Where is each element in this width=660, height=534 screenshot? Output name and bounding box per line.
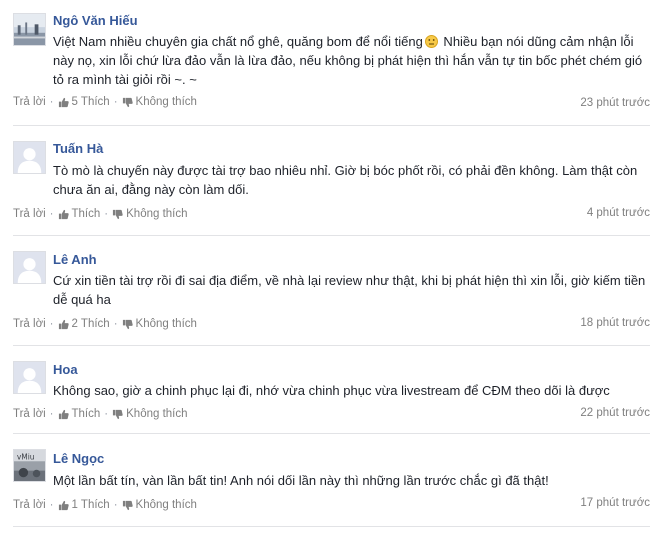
comment-author[interactable]: Tuấn Hà xyxy=(53,141,103,156)
dislike-button[interactable]: Không thích xyxy=(112,208,188,220)
like-label: Thích xyxy=(80,318,110,330)
comment-feed: Ngô Văn Hiếu Việt Nam nhiều chuyên gia c… xyxy=(0,0,660,534)
thumbs-up-icon xyxy=(58,319,69,329)
thumbs-down-icon xyxy=(122,97,133,107)
comment-text: Việt Nam nhiều chuyên gia chất nổ ghê, q… xyxy=(53,32,653,89)
reply-link[interactable]: Trả lời xyxy=(13,96,46,108)
separator: · xyxy=(104,208,109,220)
thumbs-up-icon xyxy=(58,409,69,419)
default-user-icon xyxy=(14,362,45,393)
like-button[interactable]: 5 Thích xyxy=(58,96,110,108)
like-button[interactable]: 2 Thích xyxy=(58,318,110,330)
comment-actions: Trả lời · 2 Thích · Không thích xyxy=(13,318,197,330)
comment-actions: Trả lời · Thích · Không thích xyxy=(13,408,188,420)
comment-timestamp[interactable]: 4 phút trước xyxy=(587,207,650,219)
default-user-icon xyxy=(14,142,45,173)
comment-author[interactable]: Lê Anh xyxy=(53,252,97,267)
comment-author[interactable]: Lê Ngọc xyxy=(53,451,104,466)
comment-text: Cứ xin tiền tài trợ rồi đi sai địa điểm,… xyxy=(53,273,646,307)
comment-timestamp[interactable]: 22 phút trước xyxy=(580,407,650,419)
divider xyxy=(13,433,650,434)
divider xyxy=(13,125,650,126)
comment-actions: Trả lời · 1 Thích · Không thích xyxy=(13,499,197,511)
comment-text: Tò mò là chuyến này được tài trợ bao nhi… xyxy=(53,163,638,197)
dislike-label: Không thích xyxy=(126,408,188,420)
separator: · xyxy=(104,408,109,420)
default-user-icon xyxy=(14,252,45,283)
separator: · xyxy=(49,208,54,220)
separator: · xyxy=(49,96,54,108)
separator: · xyxy=(113,499,118,511)
like-button[interactable]: Thích xyxy=(58,208,101,220)
dislike-button[interactable]: Không thích xyxy=(122,96,197,108)
comment-timestamp[interactable]: 18 phút trước xyxy=(580,317,650,329)
avatar-text: vMiu xyxy=(17,452,35,461)
comment-actions: Trả lời · 5 Thích · Không thích xyxy=(13,96,197,108)
thumbs-down-icon xyxy=(113,209,123,219)
dislike-button[interactable]: Không thích xyxy=(112,408,188,420)
dislike-label: Không thích xyxy=(135,96,197,108)
landscape-photo-avatar xyxy=(14,14,45,45)
dislike-label: Không thích xyxy=(126,208,188,220)
thumbs-down-icon xyxy=(122,500,133,510)
photo-thumbnail-avatar: vMiu xyxy=(14,450,45,481)
separator: · xyxy=(49,318,54,330)
avatar[interactable]: vMiu xyxy=(13,449,46,482)
thumbs-up-icon xyxy=(58,97,69,107)
avatar[interactable] xyxy=(13,141,46,174)
reply-link[interactable]: Trả lời xyxy=(13,208,46,220)
reply-link[interactable]: Trả lời xyxy=(13,408,46,420)
comment-author[interactable]: Hoa xyxy=(53,362,78,377)
dislike-button[interactable]: Không thích xyxy=(122,318,197,330)
like-label: Thích xyxy=(80,96,110,108)
like-label: Thích xyxy=(80,499,110,511)
thumbs-up-icon xyxy=(58,209,69,219)
like-button[interactable]: Thích xyxy=(58,408,101,420)
separator: · xyxy=(113,318,118,330)
separator: · xyxy=(49,499,54,511)
dislike-label: Không thích xyxy=(135,318,197,330)
avatar[interactable] xyxy=(13,251,46,284)
reply-link[interactable]: Trả lời xyxy=(13,499,46,511)
comment-author[interactable]: Ngô Văn Hiếu xyxy=(53,13,138,28)
separator: · xyxy=(113,96,118,108)
like-label: Thích xyxy=(71,408,101,420)
comment-actions: Trả lời · Thích · Không thích xyxy=(13,208,188,220)
like-count: 1 xyxy=(71,499,78,511)
comment-text: Không sao, giờ a chinh phục lại đi, nhớ … xyxy=(53,383,610,398)
divider xyxy=(13,235,650,236)
comment-text: Một lần bất tín, vàn lần bất tin! Anh nó… xyxy=(53,473,549,488)
separator: · xyxy=(49,408,54,420)
dislike-button[interactable]: Không thích xyxy=(122,499,197,511)
dislike-label: Không thích xyxy=(135,499,197,511)
divider xyxy=(13,345,650,346)
like-count: 5 xyxy=(71,96,78,108)
comment-text-part: Việt Nam nhiều chuyên gia chất nổ ghê, q… xyxy=(53,34,423,49)
thumbs-up-icon xyxy=(58,500,69,510)
like-button[interactable]: 1 Thích xyxy=(58,499,110,511)
reply-link[interactable]: Trả lời xyxy=(13,318,46,330)
neutral-face-emoji-icon xyxy=(424,35,438,48)
like-count: 2 xyxy=(71,318,78,330)
thumbs-down-icon xyxy=(122,319,133,329)
avatar[interactable] xyxy=(13,361,46,394)
comment-timestamp[interactable]: 17 phút trước xyxy=(580,497,650,509)
like-label: Thích xyxy=(71,208,101,220)
comment-timestamp[interactable]: 23 phút trước xyxy=(580,97,650,109)
divider xyxy=(13,526,650,527)
thumbs-down-icon xyxy=(113,409,123,419)
avatar[interactable] xyxy=(13,13,46,46)
